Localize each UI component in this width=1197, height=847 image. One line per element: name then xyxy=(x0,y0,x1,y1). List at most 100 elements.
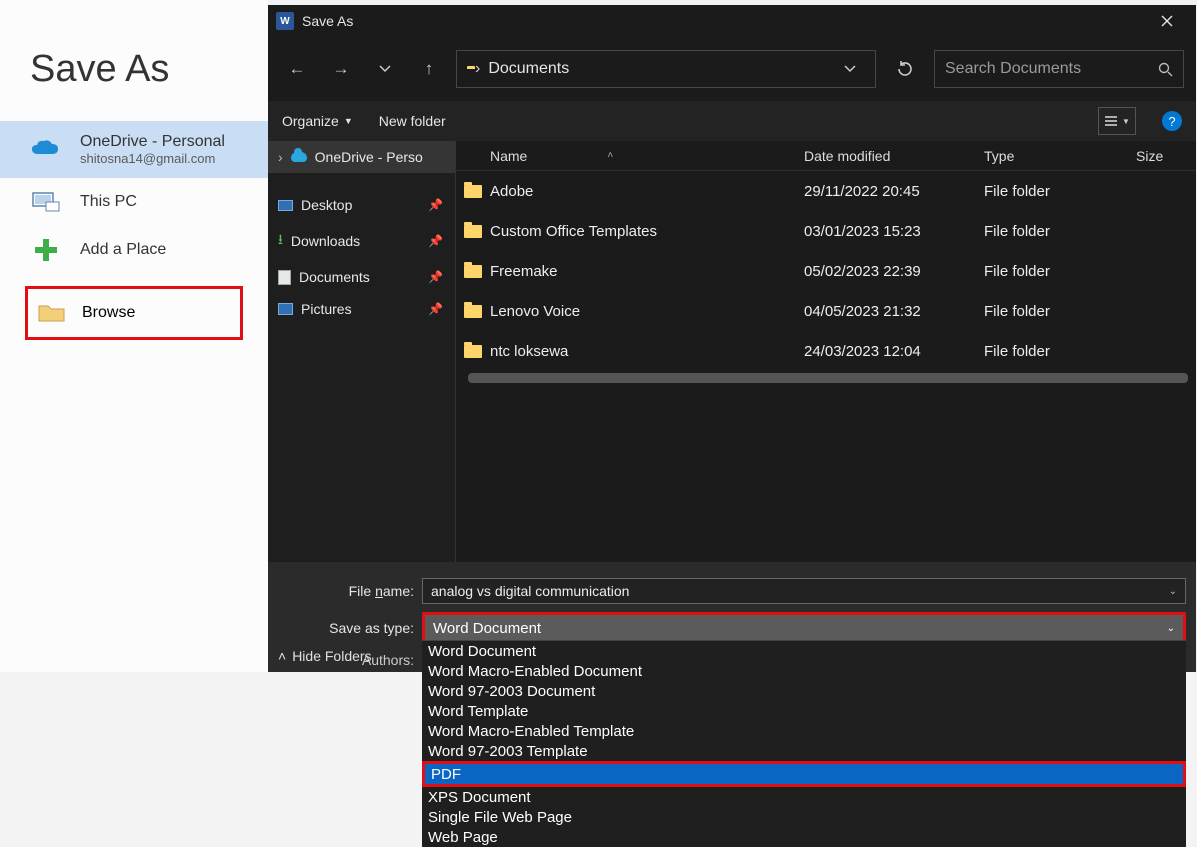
file-row[interactable]: Lenovo Voice04/05/2023 21:32File folder xyxy=(456,291,1196,331)
col-name[interactable]: Name xyxy=(490,148,527,164)
breadcrumb-segment[interactable]: Documents xyxy=(488,60,569,78)
col-type[interactable]: Type xyxy=(984,148,1136,164)
search-input[interactable]: Search Documents xyxy=(934,50,1184,88)
desktop-icon xyxy=(278,200,293,211)
help-button[interactable]: ? xyxy=(1162,111,1182,131)
breadcrumb[interactable]: › Documents xyxy=(456,50,876,88)
tree-downloads[interactable]: ⭳Downloads📌 xyxy=(268,221,455,261)
file-name: Freemake xyxy=(490,263,804,280)
refresh-icon xyxy=(896,60,914,78)
search-placeholder: Search Documents xyxy=(945,60,1081,78)
type-option[interactable]: Single File Web Page xyxy=(422,807,1186,827)
filename-input[interactable]: analog vs digital communication ⌄ xyxy=(422,578,1186,604)
view-mode-button[interactable]: ▼ xyxy=(1098,107,1136,135)
type-option[interactable]: Word 97-2003 Template xyxy=(422,741,1186,761)
close-icon xyxy=(1161,15,1173,27)
file-type: File folder xyxy=(984,223,1136,240)
folder-icon xyxy=(456,345,490,358)
file-date: 24/03/2023 12:04 xyxy=(804,343,984,360)
folder-tree: › OneDrive - Perso Desktop📌 ⭳Downloads📌 … xyxy=(268,141,456,562)
folder-open-icon xyxy=(36,301,68,325)
recent-dropdown[interactable] xyxy=(368,52,402,86)
chevron-down-icon xyxy=(379,65,391,73)
list-icon xyxy=(1104,115,1118,127)
saveastype-dropdown: Word DocumentWord Macro-Enabled Document… xyxy=(422,640,1186,847)
toolbar: Organize ▼ New folder ▼ ? xyxy=(268,101,1196,141)
type-option[interactable]: Word Template xyxy=(422,701,1186,721)
picture-icon xyxy=(278,303,293,315)
file-date: 05/02/2023 22:39 xyxy=(804,263,984,280)
column-headers: Name ˄ Date modified Type Size xyxy=(456,141,1196,171)
file-date: 03/01/2023 15:23 xyxy=(804,223,984,240)
col-size[interactable]: Size xyxy=(1136,148,1196,164)
location-onedrive[interactable]: OneDrive - Personal shitosna14@gmail.com xyxy=(0,121,268,178)
file-name: Adobe xyxy=(490,183,804,200)
hide-folders-button[interactable]: ˄ Hide Folders xyxy=(268,648,372,664)
up-button[interactable]: ↑ xyxy=(412,52,446,86)
cloud-icon xyxy=(30,138,62,162)
type-option[interactable]: Word Macro-Enabled Template xyxy=(422,721,1186,741)
location-label: Browse xyxy=(82,304,135,322)
chevron-down-icon[interactable]: ⌄ xyxy=(1169,586,1177,597)
chevron-down-icon[interactable] xyxy=(835,60,865,78)
type-option[interactable]: XPS Document xyxy=(422,787,1186,807)
location-label: This PC xyxy=(80,193,137,211)
file-row[interactable]: Adobe29/11/2022 20:45File folder xyxy=(456,171,1196,211)
pin-icon: 📌 xyxy=(428,234,443,248)
horizontal-scrollbar[interactable] xyxy=(468,373,1188,383)
document-icon xyxy=(278,270,291,285)
organize-button[interactable]: Organize ▼ xyxy=(282,113,353,129)
lower-panel: File name: analog vs digital communicati… xyxy=(268,562,1196,672)
cloud-icon xyxy=(291,152,307,162)
type-option[interactable]: Word Document xyxy=(422,641,1186,661)
forward-button[interactable]: → xyxy=(324,52,358,86)
location-thispc[interactable]: This PC xyxy=(0,178,268,226)
tree-onedrive[interactable]: › OneDrive - Perso xyxy=(268,141,455,173)
location-label: Add a Place xyxy=(80,241,166,259)
search-icon xyxy=(1158,62,1173,77)
page-title: Save As xyxy=(0,0,268,91)
type-option[interactable]: PDF xyxy=(422,761,1186,787)
sort-indicator-icon: ˄ xyxy=(607,150,613,161)
file-type: File folder xyxy=(984,343,1136,360)
tree-pictures[interactable]: Pictures📌 xyxy=(268,293,455,325)
download-icon: ⭳ xyxy=(278,229,283,253)
pc-icon xyxy=(30,190,62,214)
word-app-icon: W xyxy=(276,12,294,30)
file-date: 29/11/2022 20:45 xyxy=(804,183,984,200)
chevron-up-icon: ˄ xyxy=(278,648,286,664)
file-type: File folder xyxy=(984,183,1136,200)
file-type: File folder xyxy=(984,303,1136,320)
file-name: Custom Office Templates xyxy=(490,223,804,240)
saveastype-label: Save as type: xyxy=(278,620,422,636)
chevron-right-icon: › xyxy=(278,149,283,165)
pin-icon: 📌 xyxy=(428,198,443,212)
tree-documents[interactable]: Documents📌 xyxy=(268,261,455,293)
file-row[interactable]: ntc loksewa24/03/2023 12:04File folder xyxy=(456,331,1196,371)
location-addplace[interactable]: Add a Place xyxy=(0,226,268,274)
chevron-right-icon: › xyxy=(475,60,480,78)
newfolder-button[interactable]: New folder xyxy=(379,113,446,129)
folder-icon xyxy=(456,265,490,278)
plus-icon xyxy=(30,238,62,262)
type-option[interactable]: Word 97-2003 Document xyxy=(422,681,1186,701)
file-row[interactable]: Custom Office Templates03/01/2023 15:23F… xyxy=(456,211,1196,251)
filename-label: File name: xyxy=(278,583,422,599)
file-name: Lenovo Voice xyxy=(490,303,804,320)
file-date: 04/05/2023 21:32 xyxy=(804,303,984,320)
folder-icon xyxy=(456,185,490,198)
type-option[interactable]: Web Page xyxy=(422,827,1186,847)
file-name: ntc loksewa xyxy=(490,343,804,360)
tree-desktop[interactable]: Desktop📌 xyxy=(268,189,455,221)
folder-icon xyxy=(456,305,490,318)
file-row[interactable]: Freemake05/02/2023 22:39File folder xyxy=(456,251,1196,291)
pin-icon: 📌 xyxy=(428,270,443,284)
back-button[interactable]: ← xyxy=(280,52,314,86)
refresh-button[interactable] xyxy=(886,50,924,88)
location-browse[interactable]: Browse xyxy=(25,286,243,340)
type-option[interactable]: Word Macro-Enabled Document xyxy=(422,661,1186,681)
saveastype-select[interactable]: Word Document ⌄ xyxy=(425,615,1183,641)
close-button[interactable] xyxy=(1146,5,1188,37)
col-date[interactable]: Date modified xyxy=(804,148,984,164)
location-list: OneDrive - Personal shitosna14@gmail.com… xyxy=(0,121,268,340)
